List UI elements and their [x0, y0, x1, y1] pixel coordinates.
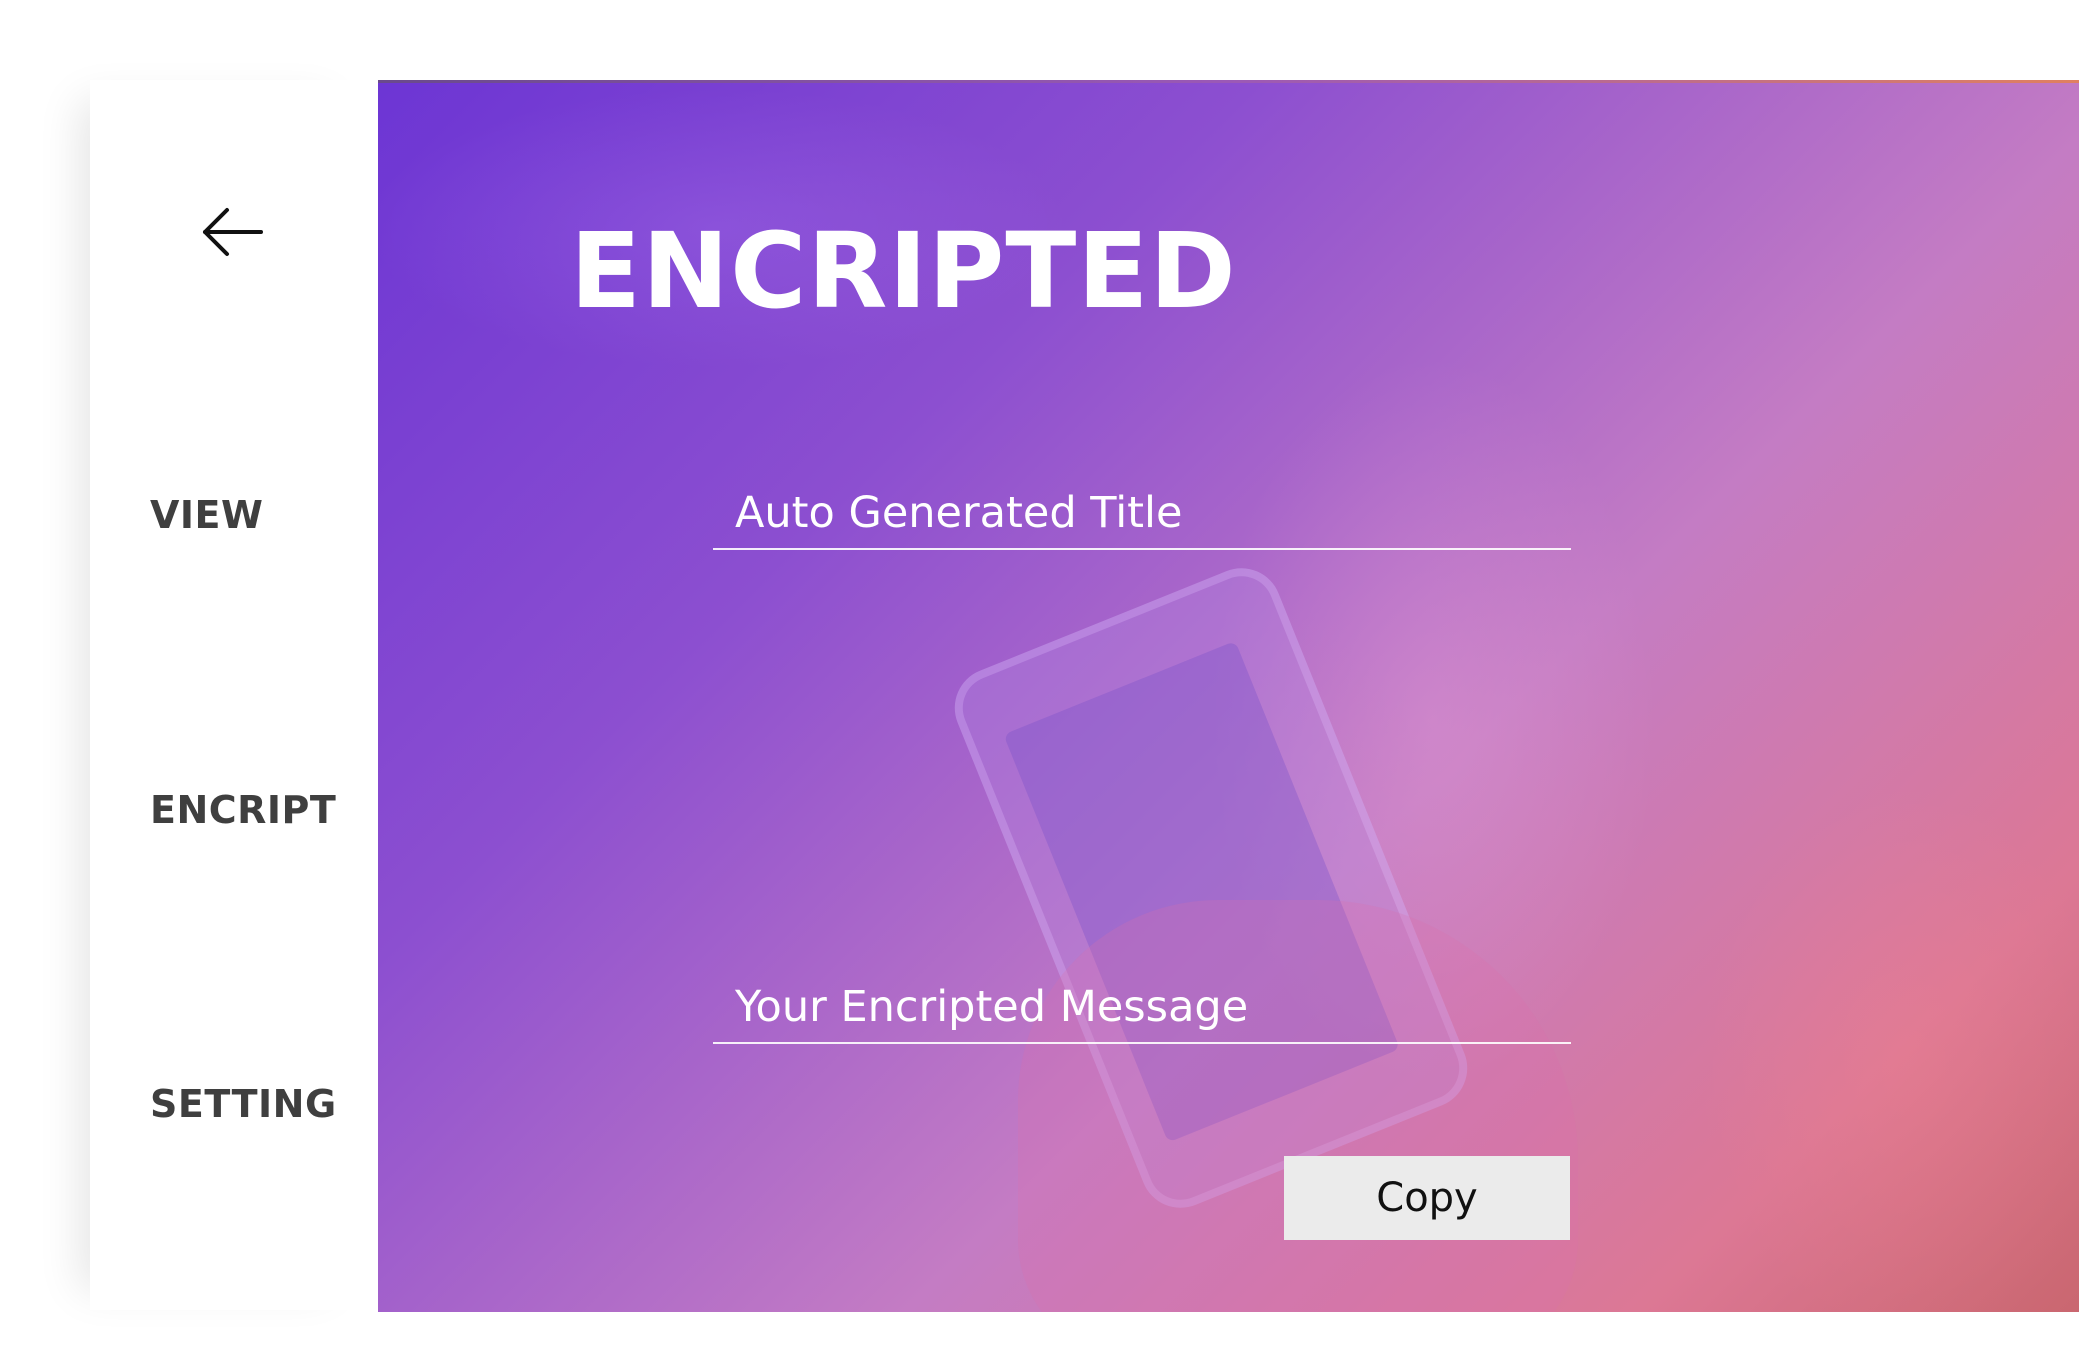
- copy-button[interactable]: Copy: [1284, 1156, 1570, 1240]
- page-title: ENCRIPTED: [570, 210, 1237, 332]
- hand-image: [1018, 900, 1578, 1312]
- title-field[interactable]: Auto Generated Title: [713, 488, 1571, 550]
- app-window: VIEW ENCRIPT SETTING ENCRIPTED Auto Gene…: [0, 0, 2079, 1363]
- back-button[interactable]: [200, 200, 264, 264]
- arrow-left-icon: [203, 208, 263, 256]
- title-field-value: Auto Generated Title: [735, 488, 1183, 538]
- encrypted-message-value: Your Encripted Message: [735, 982, 1249, 1032]
- sidebar-item-view[interactable]: VIEW: [150, 493, 263, 537]
- sidebar-item-setting[interactable]: SETTING: [150, 1082, 337, 1126]
- sidebar-item-encript[interactable]: ENCRIPT: [150, 788, 336, 832]
- encrypted-message-field[interactable]: Your Encripted Message: [713, 982, 1571, 1044]
